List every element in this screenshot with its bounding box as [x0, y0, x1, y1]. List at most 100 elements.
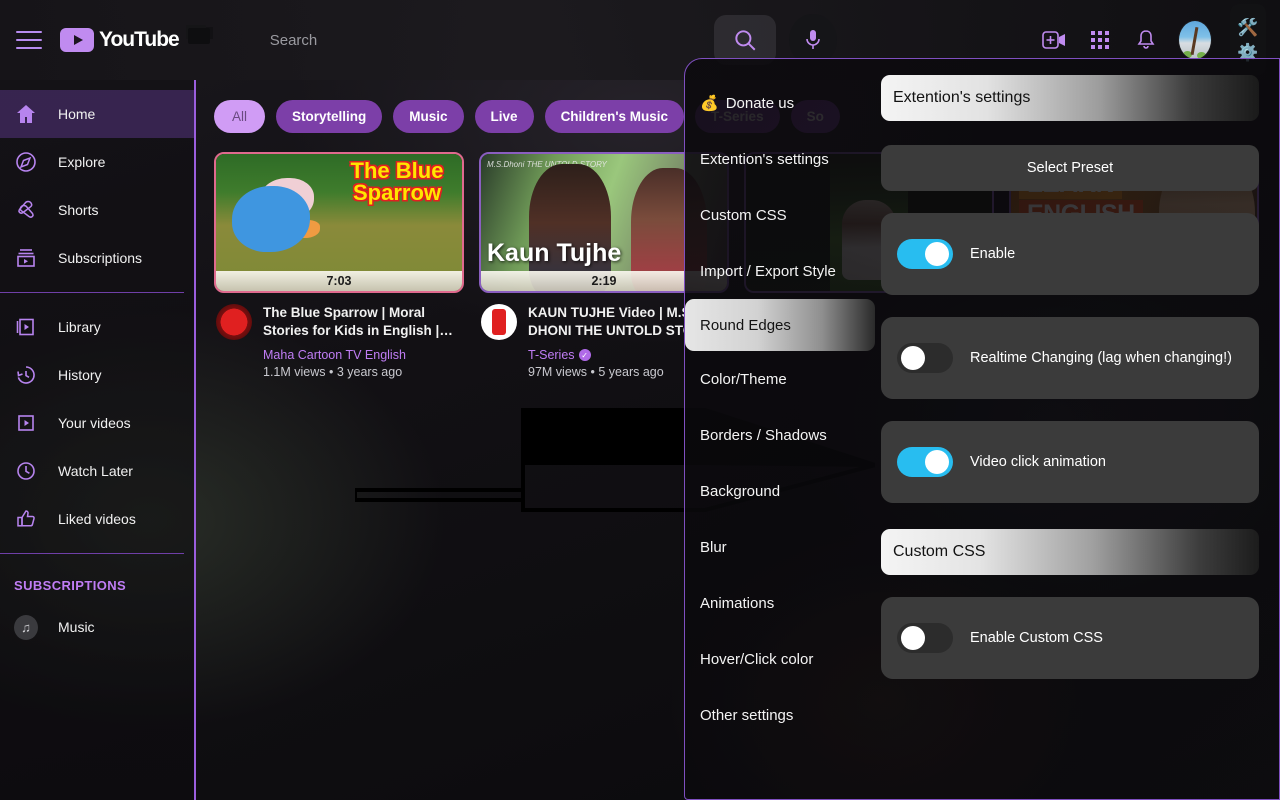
search-input[interactable] — [243, 21, 674, 59]
channel-row[interactable]: Maha Cartoon TV English — [263, 348, 460, 362]
extension-nav-label: Borders / Shadows — [700, 426, 827, 444]
search-area — [243, 14, 1040, 66]
custom-css-section-title: Custom CSS — [881, 529, 1259, 575]
channel-avatar[interactable] — [481, 304, 517, 340]
sidebar-label: Your videos — [58, 415, 131, 431]
sidebar-item-watch-later[interactable]: Watch Later — [0, 447, 194, 495]
setting-row-video-click-animation: Video click animation — [881, 421, 1259, 503]
extension-nav-donate-us[interactable]: 💰 Donate us — [685, 75, 865, 131]
sidebar-item-liked-videos[interactable]: Liked videos — [0, 495, 194, 543]
setting-row-realtime-changing: Realtime Changing (lag when changing!) — [881, 317, 1259, 399]
extension-nav-background[interactable]: Background — [685, 463, 865, 519]
avatar[interactable] — [1178, 20, 1212, 60]
sidebar-label: Music — [58, 619, 95, 635]
thumbnail-text: Kaun Tujhe — [487, 238, 622, 267]
video-card[interactable]: The Blue Sparrow 7:03 The Blue Sparrow |… — [214, 152, 464, 379]
extension-nav-extentions-settings[interactable]: Extention's settings — [685, 131, 865, 187]
channel-avatar[interactable] — [216, 304, 252, 340]
sidebar-label: History — [58, 367, 102, 383]
hamburger-icon[interactable] — [16, 31, 42, 49]
sidebar-divider-2 — [0, 553, 184, 554]
sidebar-label: Watch Later — [58, 463, 133, 479]
sidebar-label: Home — [58, 106, 96, 122]
sidebar-item-subscriptions[interactable]: Subscriptions — [0, 234, 194, 282]
video-click-animation-toggle[interactable] — [897, 447, 953, 477]
extension-nav-label: Round Edges — [700, 316, 791, 334]
youtube-logo[interactable]: YouTube — [60, 28, 210, 52]
clock-icon — [14, 459, 38, 483]
chip-all[interactable]: All — [214, 100, 266, 133]
enable-toggle[interactable] — [897, 239, 953, 269]
thumbnail-text: The Blue Sparrow — [350, 158, 444, 206]
enable-custom-css-toggle[interactable] — [897, 623, 953, 653]
verified-badge-icon: ✓ — [578, 349, 591, 362]
chip-storytelling[interactable]: Storytelling — [276, 100, 383, 133]
extension-nav-hover-click-color[interactable]: Hover/Click color — [685, 631, 865, 687]
tools-icon: 🛠️ — [1237, 18, 1259, 37]
setting-label: Enable Custom CSS — [970, 630, 1103, 646]
sidebar-item-explore[interactable]: Explore — [0, 138, 194, 186]
chip-live[interactable]: Live — [474, 100, 534, 133]
extension-nav-label: Color/Theme — [700, 370, 787, 388]
extension-nav-animations[interactable]: Animations — [685, 575, 865, 631]
extension-nav-label: Extention's settings — [700, 150, 829, 168]
video-thumbnail[interactable]: The Blue Sparrow 7:03 — [214, 152, 464, 293]
extension-nav-color-theme[interactable]: Color/Theme — [685, 351, 865, 407]
extension-nav-label: Import / Export Style — [700, 262, 836, 280]
channel-name: Maha Cartoon TV English — [263, 348, 406, 363]
sidebar-item-home[interactable]: Home — [0, 90, 194, 138]
sidebar-label: Liked videos — [58, 511, 136, 527]
bell-icon — [1137, 30, 1155, 49]
sidebar-section-title: SUBSCRIPTIONS — [14, 578, 127, 593]
money-bag-icon: 💰 — [700, 95, 719, 112]
extension-nav-blur[interactable]: Blur — [685, 519, 865, 575]
sidebar-item-library[interactable]: Library — [0, 303, 194, 351]
sidebar-item-shorts[interactable]: Shorts — [0, 186, 194, 234]
shorts-icon — [14, 198, 38, 222]
setting-label: Realtime Changing (lag when changing!) — [970, 350, 1232, 366]
setting-label: Video click animation — [970, 454, 1106, 470]
apps-button[interactable] — [1086, 26, 1114, 54]
notifications-button[interactable] — [1132, 26, 1160, 54]
sidebar-item-music[interactable]: ♫ Music — [0, 603, 194, 651]
sidebar: Home Explore Shorts Subscriptions Librar… — [0, 80, 196, 800]
setting-row-enable: Enable — [881, 213, 1259, 295]
video-title[interactable]: The Blue Sparrow | Moral Stories for Kid… — [263, 304, 460, 340]
extension-nav-import-export-style[interactable]: Import / Export Style — [685, 243, 865, 299]
subscriptions-icon — [14, 246, 38, 270]
search-icon — [735, 30, 756, 51]
create-video-icon — [1042, 31, 1065, 49]
sidebar-item-history[interactable]: History — [0, 351, 194, 399]
setting-row-enable-custom-css: Enable Custom CSS — [881, 597, 1259, 679]
apps-grid-icon — [1091, 31, 1109, 49]
extension-nav-list: 💰 Donate us Extention's settings Custom … — [685, 59, 875, 799]
library-icon — [14, 315, 38, 339]
extension-nav-round-edges[interactable]: Round Edges — [685, 299, 875, 351]
sidebar-label: Subscriptions — [58, 250, 143, 266]
extension-nav-other-settings[interactable]: Other settings — [685, 687, 865, 743]
extension-settings-panel: 💰 Donate us Extention's settings Custom … — [684, 58, 1280, 800]
chip-childrens-music[interactable]: Children's Music — [544, 100, 685, 133]
extension-nav-custom-css[interactable]: Custom CSS — [685, 187, 865, 243]
realtime-changing-toggle[interactable] — [897, 343, 953, 373]
video-stats: 1.1M views • 3 years ago — [263, 365, 403, 380]
chip-music[interactable]: Music — [393, 100, 464, 133]
compass-icon — [14, 150, 38, 174]
extension-nav-borders-shadows[interactable]: Borders / Shadows — [685, 407, 865, 463]
sidebar-label: Explore — [58, 154, 106, 170]
history-icon — [14, 363, 38, 387]
logo-text: YouTube — [99, 28, 180, 51]
extension-nav-label: Hover/Click color — [700, 650, 814, 668]
play-badge-icon — [60, 28, 94, 52]
your-videos-icon — [14, 411, 38, 435]
video-duration: 7:03 — [216, 271, 462, 291]
extension-nav-label: Donate us — [725, 94, 795, 112]
create-video-button[interactable] — [1040, 26, 1068, 54]
extension-nav-label: Blur — [700, 538, 727, 556]
sidebar-label: Library — [58, 319, 101, 335]
video-meta: The Blue Sparrow | Moral Stories for Kid… — [214, 293, 464, 379]
home-icon — [14, 102, 38, 126]
select-preset-button[interactable]: Select Preset — [881, 145, 1259, 191]
extension-nav-label: Background — [700, 482, 781, 500]
sidebar-item-your-videos[interactable]: Your videos — [0, 399, 194, 447]
